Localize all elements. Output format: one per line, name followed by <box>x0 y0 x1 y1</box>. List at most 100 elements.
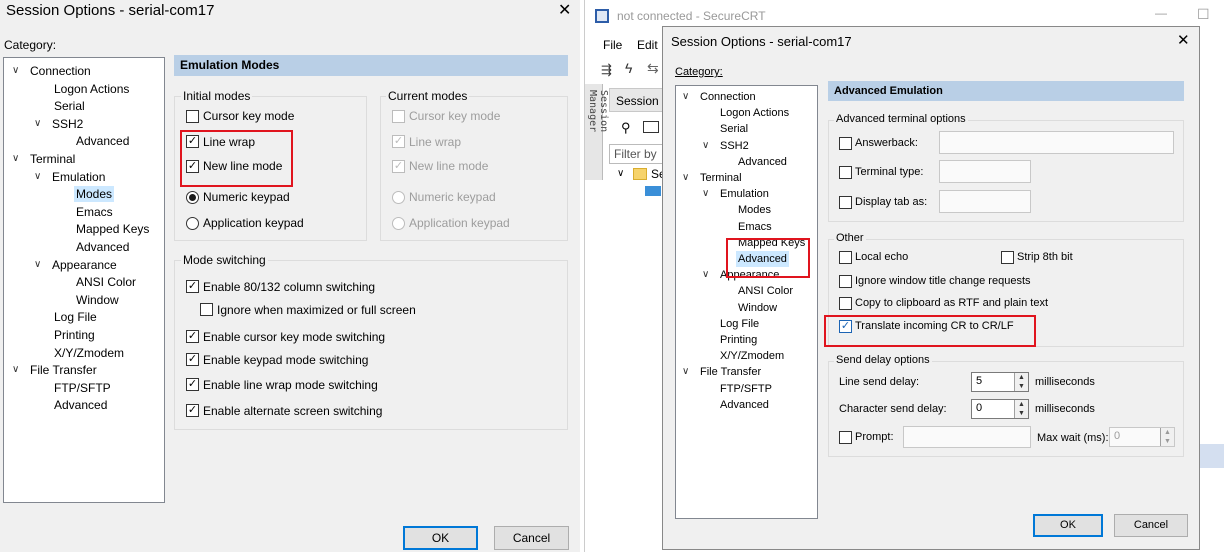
tree-item-advanced[interactable]: Advanced <box>74 239 131 255</box>
tree-item-emulation[interactable]: Emulation <box>718 186 771 202</box>
chevron-down-icon[interactable]: ∨ <box>34 116 41 132</box>
cursor-key-mode-checkbox[interactable] <box>186 110 199 123</box>
tree-item-x-y-zmodem[interactable]: X/Y/Zmodem <box>52 345 126 361</box>
tree-item-window[interactable]: Window <box>736 300 779 316</box>
toolbar-lightning-icon[interactable]: ϟ <box>625 60 632 76</box>
chevron-down-icon[interactable]: ∨ <box>682 89 689 105</box>
display-tab-checkbox[interactable] <box>839 196 852 209</box>
prompt-checkbox[interactable] <box>839 431 852 444</box>
chevron-down-icon[interactable]: ∨ <box>12 63 19 79</box>
tree-item-advanced[interactable]: Advanced <box>74 133 131 149</box>
right-close-button[interactable]: ✕ <box>1177 31 1190 49</box>
chevron-down-icon[interactable]: ∨ <box>12 362 19 378</box>
minimize-button[interactable]: — <box>1155 6 1167 20</box>
tree-item-serial[interactable]: Serial <box>718 121 750 137</box>
tree-item-connection[interactable]: Connection <box>698 89 758 105</box>
strip-8th-checkbox[interactable] <box>1001 251 1014 264</box>
char-send-delay-spinner[interactable]: 0 ▲ ▼ <box>971 399 1029 419</box>
tree-item-terminal[interactable]: Terminal <box>28 151 77 167</box>
tree-item-log-file[interactable]: Log File <box>718 316 761 332</box>
terminal-type-checkbox[interactable] <box>839 166 852 179</box>
menu-file[interactable]: File <box>603 38 622 52</box>
copy-rtf-checkbox[interactable] <box>839 297 852 310</box>
wrap-switching-checkbox[interactable]: ✓ <box>186 378 199 391</box>
numeric-keypad-radio[interactable] <box>186 191 199 204</box>
chevron-down-icon[interactable]: ∨ <box>34 257 41 273</box>
left-category-tree[interactable]: ∨ Connection Logon Actions Serial ∨ SSH2 Advan… <box>3 57 165 503</box>
tree-item-appearance[interactable]: Appearance <box>50 257 119 273</box>
tree-item-emacs[interactable]: Emacs <box>736 219 774 235</box>
chevron-down-icon[interactable]: ∨ <box>682 170 689 186</box>
tree-item-advanced[interactable]: Advanced <box>718 397 771 413</box>
keypad-switching-checkbox[interactable]: ✓ <box>186 353 199 366</box>
tree-item-printing[interactable]: Printing <box>52 327 97 343</box>
maximize-button[interactable]: ☐ <box>1197 6 1210 23</box>
terminal-icon[interactable] <box>643 121 659 133</box>
ignore-maximized-checkbox[interactable] <box>200 303 213 316</box>
tree-item-ssh2[interactable]: SSH2 <box>50 116 85 132</box>
tree-item-printing[interactable]: Printing <box>718 332 759 348</box>
tree-item-modes[interactable]: Modes <box>74 186 115 203</box>
session-manager-strip[interactable]: Session Manager <box>585 84 609 180</box>
tree-item-ansi-color[interactable]: ANSI Color <box>74 274 138 290</box>
chevron-down-icon[interactable]: ∨ <box>702 267 709 283</box>
tree-item-terminal[interactable]: Terminal <box>698 170 744 186</box>
right-cancel-button[interactable]: Cancel <box>1114 514 1188 537</box>
max-wait-spinner: 0 ▲ ▼ <box>1109 427 1175 447</box>
tree-item-x-y-zmodem[interactable]: X/Y/Zmodem <box>718 348 786 364</box>
tree-item-log-file[interactable]: Log File <box>52 309 99 325</box>
filter-input[interactable]: Filter by <box>609 144 663 164</box>
link-icon[interactable]: ⚲ <box>621 120 631 136</box>
column-switching-checkbox[interactable]: ✓ <box>186 280 199 293</box>
tree-item-file-transfer[interactable]: File Transfer <box>698 364 763 380</box>
tree-item-ftp-sftp[interactable]: FTP/SFTP <box>718 381 774 397</box>
tree-item-logon-actions[interactable]: Logon Actions <box>52 81 131 97</box>
numeric-keypad-label: Numeric keypad <box>203 190 290 204</box>
chevron-down-icon[interactable]: ∨ <box>34 169 41 185</box>
wrap-switching-label: Enable line wrap mode switching <box>203 378 378 392</box>
tree-item-connection[interactable]: Connection <box>28 63 93 79</box>
toolbar-reconnect-icon[interactable]: ⇆ <box>647 60 659 77</box>
tree-item-mapped-keys[interactable]: Mapped Keys <box>74 221 151 237</box>
char-send-delay-label: Character send delay: <box>839 403 947 415</box>
local-echo-checkbox[interactable] <box>839 251 852 264</box>
session-tab[interactable]: Session <box>609 88 665 112</box>
ignore-title-checkbox[interactable] <box>839 275 852 288</box>
answerback-checkbox[interactable] <box>839 137 852 150</box>
left-ok-button[interactable]: OK <box>403 526 478 550</box>
right-ok-button[interactable]: OK <box>1033 514 1103 537</box>
tree-item-emacs[interactable]: Emacs <box>74 204 115 220</box>
chevron-down-icon[interactable]: ∨ <box>702 186 709 202</box>
chevron-down-icon[interactable]: ∨ <box>682 364 689 380</box>
spinner-arrows-icon[interactable]: ▲ ▼ <box>1014 400 1028 418</box>
line-send-delay-value: 5 <box>976 375 983 387</box>
left-cancel-button[interactable]: Cancel <box>494 526 569 550</box>
left-dialog: Session Options - serial-com17 ✕ Categor… <box>0 0 580 552</box>
cursor-switching-checkbox[interactable]: ✓ <box>186 330 199 343</box>
tree-item-advanced[interactable]: Advanced <box>736 154 789 170</box>
column-switching-label: Enable 80/132 column switching <box>203 280 376 294</box>
chevron-down-icon[interactable]: ∨ <box>12 151 19 167</box>
tree-item-ssh2[interactable]: SSH2 <box>718 138 751 154</box>
right-category-tree[interactable]: ∨ Connection Logon Actions Serial ∨ SSH2 Advan… <box>675 85 818 519</box>
tree-item-ftp-sftp[interactable]: FTP/SFTP <box>52 380 113 396</box>
current-modes-title: Current modes <box>386 89 470 103</box>
alternate-switching-checkbox[interactable]: ✓ <box>186 404 199 417</box>
menu-edit[interactable]: Edit <box>637 38 658 52</box>
tree-item-advanced[interactable]: Advanced <box>52 397 109 413</box>
tree-item-window[interactable]: Window <box>74 292 121 308</box>
line-send-delay-spinner[interactable]: 5 ▲ ▼ <box>971 372 1029 392</box>
tree-item-ansi-color[interactable]: ANSI Color <box>736 283 795 299</box>
application-keypad-radio[interactable] <box>186 217 199 230</box>
tree-chevron-icon[interactable]: ∨ <box>617 168 624 179</box>
keypad-switching-label: Enable keypad mode switching <box>203 353 369 367</box>
tree-item-logon-actions[interactable]: Logon Actions <box>718 105 791 121</box>
tree-item-modes[interactable]: Modes <box>736 202 773 218</box>
chevron-down-icon[interactable]: ∨ <box>702 138 709 154</box>
tree-item-file-transfer[interactable]: File Transfer <box>28 362 99 378</box>
toolbar-connect-icon[interactable]: ⇶ <box>601 62 612 78</box>
spinner-arrows-icon[interactable]: ▲ ▼ <box>1014 373 1028 391</box>
left-close-button[interactable]: ✕ <box>558 0 571 20</box>
tree-item-emulation[interactable]: Emulation <box>50 169 107 185</box>
tree-item-serial[interactable]: Serial <box>52 98 87 114</box>
